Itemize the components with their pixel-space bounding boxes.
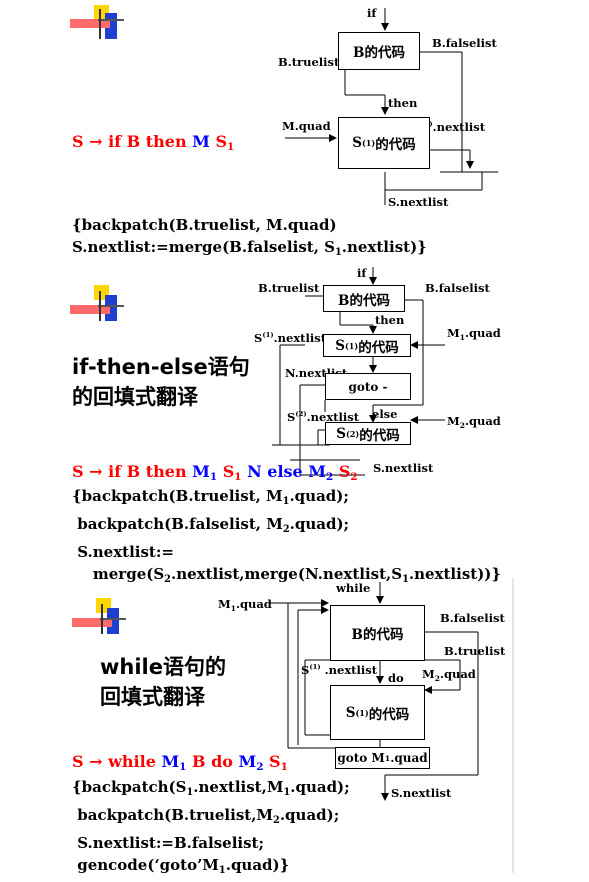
m1-quad-label: M1.quad: [447, 326, 501, 342]
b-code-box: B的代码: [338, 32, 420, 70]
production-rule-1: S → if B then M S1: [72, 132, 235, 153]
b-truelist-label-2: B.truelist: [258, 281, 320, 295]
s-nextlist-label: S.nextlist: [388, 195, 449, 209]
s-nextlist-label-2: S.nextlist: [373, 461, 434, 475]
section-title-if-then-else: if-then-else语句 的回填式翻译: [72, 355, 250, 409]
if-label-2: if: [357, 266, 367, 280]
b-code-box-2: B的代码: [323, 285, 405, 312]
m2-quad-label: M2.quad: [447, 414, 501, 430]
s1-code-box-2: S (1) 的代码: [323, 334, 411, 357]
b-code-box-3: B的代码: [330, 605, 425, 661]
b-falselist-label-2: B.falselist: [425, 281, 490, 295]
production-rule-2: S → if B then M1 S1 N else M2 S2: [72, 462, 358, 483]
b-falselist-label: B.falselist: [432, 36, 497, 50]
s-nextlist-label-3: S.nextlist: [391, 786, 452, 800]
if-label: if: [367, 6, 377, 20]
b-falselist-label-3: B.falselist: [440, 611, 505, 625]
s1-code-box: S (1) 的代码: [338, 117, 430, 169]
s1-nextlist-label-3: S(1) .nextlist: [301, 663, 378, 677]
m1-quad-label-3: M1.quad: [218, 597, 272, 613]
semantic-code-3: {backpatch(S1.nextlist,M1.quad); backpat…: [72, 778, 350, 876]
m-quad-label: M.quad: [282, 119, 331, 133]
do-label: do: [388, 671, 404, 685]
b-truelist-label: B.truelist: [278, 55, 340, 69]
s2-code-box: S (2) 的代码: [325, 422, 411, 445]
goto-box-2: goto -: [325, 373, 411, 400]
production-rule-3: S → while M1 B do M2 S1: [72, 752, 288, 773]
section-title-while: while语句的 回填式翻译: [100, 655, 226, 709]
semantic-code-1: {backpatch(B.truelist, M.quad) S.nextlis…: [72, 216, 427, 258]
goto-box-3: goto M 1 .quad: [335, 747, 430, 769]
s1-nextlist-label-2: S(1).nextlist: [254, 331, 327, 345]
then-label: then: [388, 96, 418, 110]
b-truelist-label-3: B.truelist: [444, 644, 506, 658]
m2-quad-label-3: M2.quad: [422, 667, 476, 683]
while-label: while: [336, 581, 371, 595]
s1-code-box-3: S (1) 的代码: [330, 685, 425, 740]
else-label: else: [372, 407, 398, 421]
semantic-code-2: {backpatch(B.truelist, M1.quad); backpat…: [72, 487, 502, 585]
then-label-2: then: [375, 313, 405, 327]
